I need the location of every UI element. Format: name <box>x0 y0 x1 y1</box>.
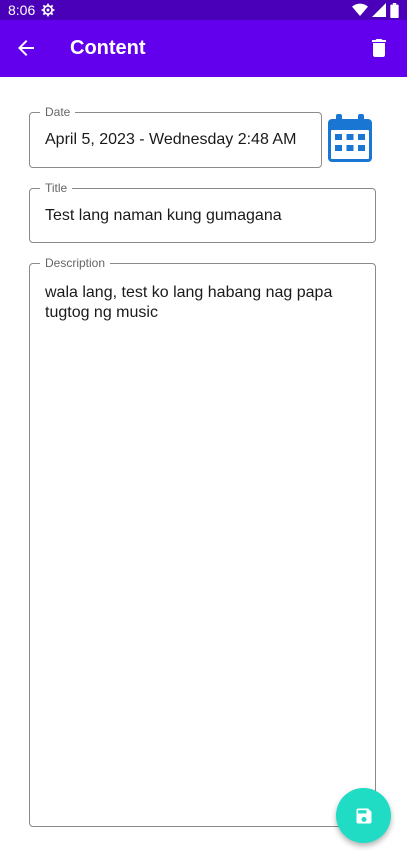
date-field[interactable]: Date April 5, 2023 - Wednesday 2:48 AM <box>29 104 322 168</box>
gear-icon <box>41 3 55 17</box>
app-bar: Content <box>0 20 407 77</box>
status-bar: 8:06 <box>0 0 407 20</box>
description-value: wala lang, test ko lang habang nag papa … <box>45 284 333 321</box>
title-field[interactable]: Title Test lang naman kung gumagana <box>29 180 376 243</box>
back-arrow-icon[interactable] <box>14 36 38 60</box>
title-label: Title <box>40 180 73 196</box>
page-title: Content <box>70 37 146 59</box>
save-button[interactable] <box>336 788 391 843</box>
calendar-icon[interactable] <box>328 114 372 162</box>
description-label: Description <box>40 255 111 271</box>
title-value: Test lang naman kung gumagana <box>45 207 282 224</box>
date-label: Date <box>40 104 76 120</box>
save-icon <box>356 808 371 823</box>
battery-icon <box>390 2 399 18</box>
signal-icon <box>372 3 386 17</box>
date-value: April 5, 2023 - Wednesday 2:48 AM <box>45 131 297 148</box>
description-field[interactable]: Description wala lang, test ko lang haba… <box>29 255 376 827</box>
wifi-icon <box>352 3 368 16</box>
status-time: 8:06 <box>8 2 36 18</box>
trash-icon[interactable] <box>367 36 391 60</box>
